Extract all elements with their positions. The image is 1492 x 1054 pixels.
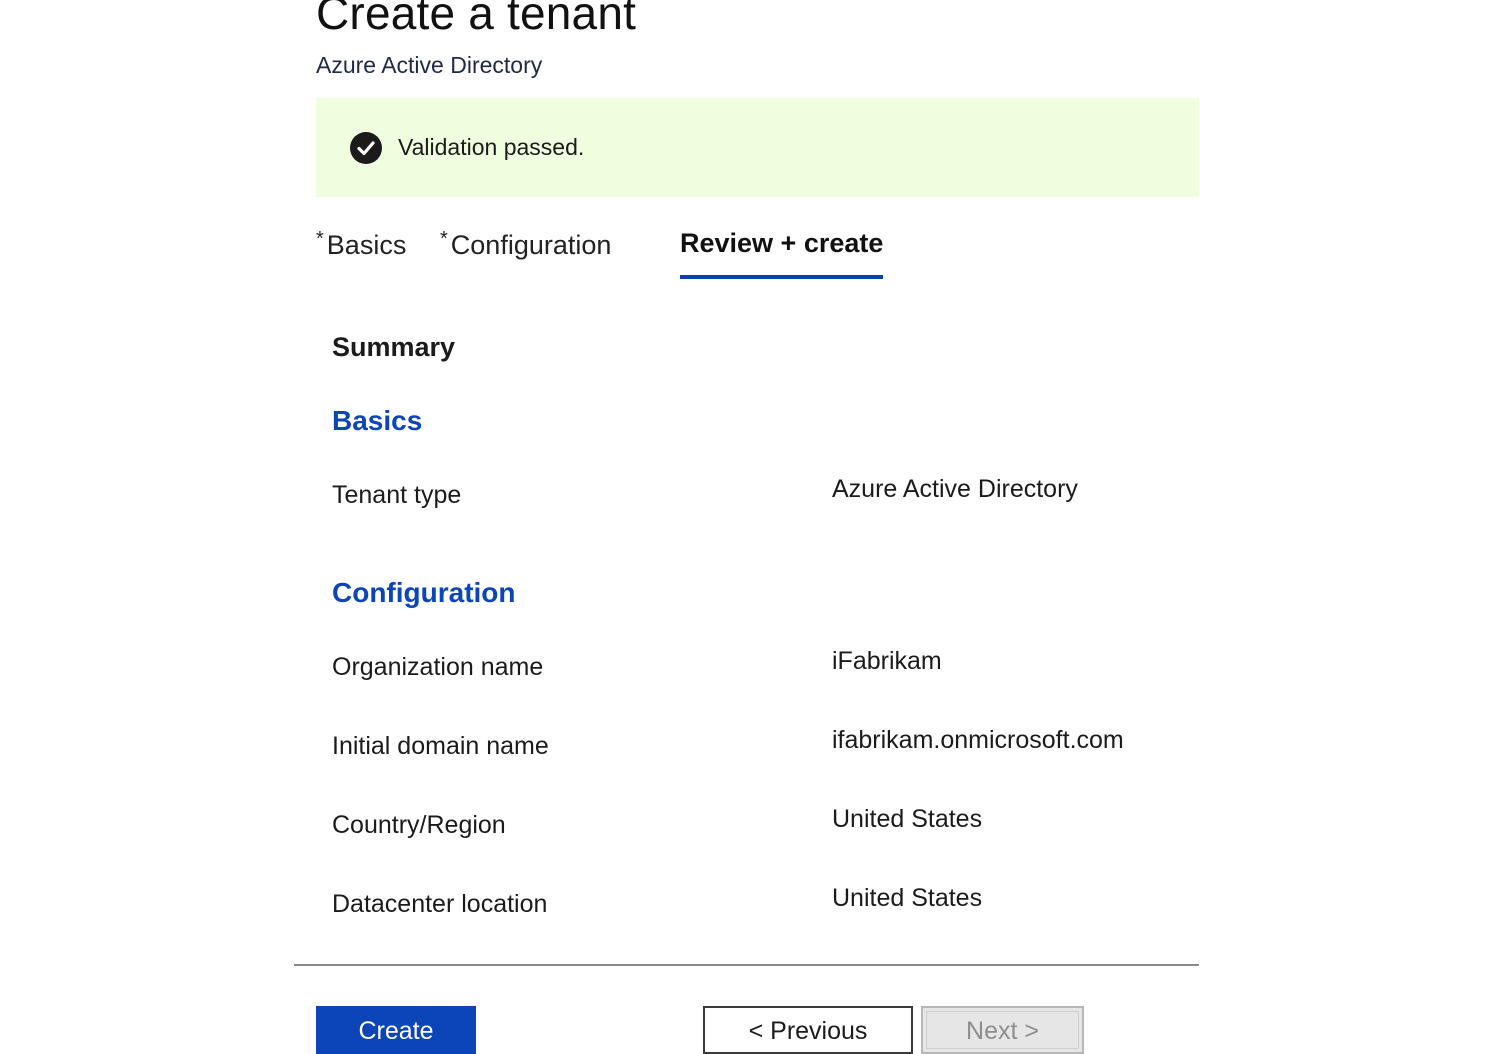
row-label-tenant-type: Tenant type [332, 481, 462, 509]
tab-basics[interactable]: * Basics [316, 228, 406, 280]
tab-review-create[interactable]: Review + create [680, 228, 884, 280]
active-tab-indicator [680, 275, 884, 279]
row-label-initial-domain-name: Initial domain name [332, 732, 549, 760]
row-label-organization-name: Organization name [332, 653, 544, 681]
row-value-tenant-type: Azure Active Directory [832, 475, 1078, 503]
row-label-datacenter-location: Datacenter location [332, 890, 548, 918]
required-marker: * [440, 228, 448, 250]
wizard-tabs: * Basics * Configuration Review + create [316, 228, 1199, 282]
create-tenant-page: Create a tenant Azure Active Directory V… [0, 0, 1492, 1054]
page-title: Create a tenant [316, 0, 637, 39]
footer-divider [294, 964, 1199, 966]
tab-label: Review + create [680, 228, 884, 258]
row-value-organization-name: iFabrikam [832, 647, 942, 675]
validation-message: Validation passed. [398, 134, 585, 160]
section-heading-basics: Basics [332, 405, 423, 436]
page-subtitle: Azure Active Directory [316, 52, 543, 78]
row-value-country-region: United States [832, 805, 983, 833]
row-value-initial-domain-name: ifabrikam.onmicrosoft.com [832, 726, 1124, 754]
required-marker: * [316, 228, 324, 250]
tab-configuration[interactable]: * Configuration [440, 228, 611, 280]
create-button[interactable]: Create [316, 1006, 476, 1054]
row-label-country-region: Country/Region [332, 811, 506, 839]
tab-label: Configuration [450, 230, 612, 260]
summary-heading: Summary [332, 332, 456, 362]
next-button[interactable]: Next > [921, 1006, 1084, 1054]
previous-button[interactable]: < Previous [703, 1006, 913, 1054]
row-value-datacenter-location: United States [832, 884, 983, 912]
section-heading-configuration: Configuration [332, 577, 516, 608]
tab-label: Basics [326, 230, 407, 260]
validation-banner: Validation passed. [316, 98, 1199, 197]
check-circle-icon [350, 132, 382, 164]
